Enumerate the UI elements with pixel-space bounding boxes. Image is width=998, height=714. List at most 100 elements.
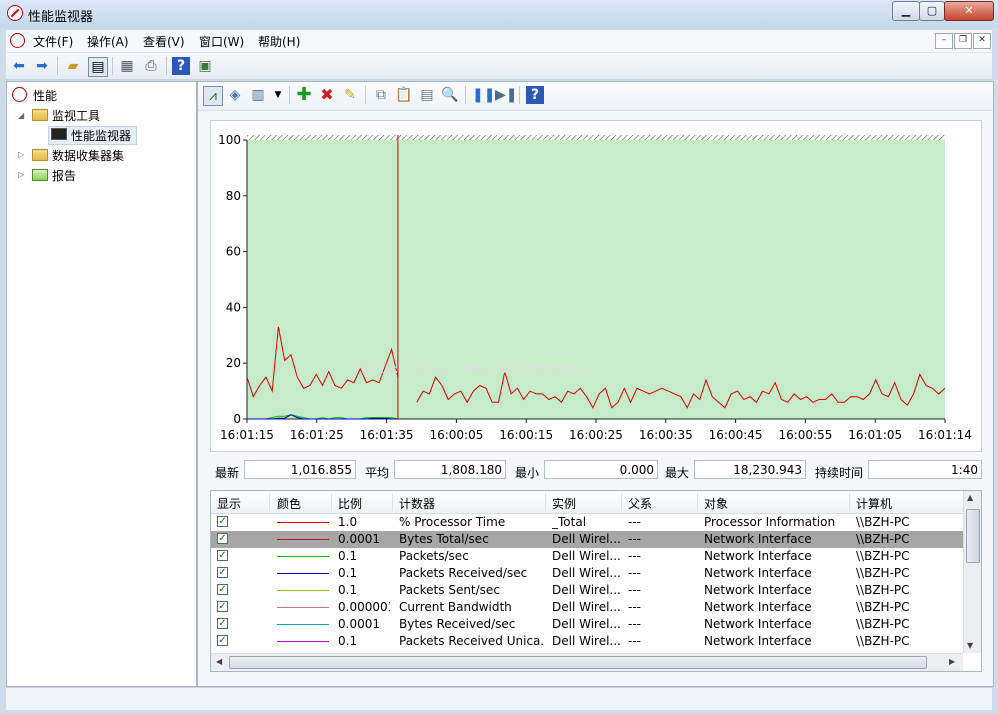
show-checkbox[interactable]: ✓ xyxy=(217,550,228,561)
cell-parent: --- xyxy=(628,634,641,648)
column-header-scale[interactable]: 比例 xyxy=(338,495,362,512)
column-header-object[interactable]: 对象 xyxy=(704,495,728,512)
cell-scale: 0.0001 xyxy=(338,532,380,546)
view-current-activity-icon[interactable]: ◈ xyxy=(226,86,244,104)
menu-action[interactable]: 操作(A) xyxy=(87,33,129,50)
show-checkbox[interactable]: ✓ xyxy=(217,567,228,578)
view-graph-icon[interactable]: ⩘ xyxy=(203,86,223,106)
column-separator[interactable] xyxy=(545,493,546,511)
column-separator[interactable] xyxy=(331,493,332,511)
paste-counter-list-icon[interactable]: 📋 xyxy=(395,86,413,104)
menu-help[interactable]: 帮助(H) xyxy=(258,33,300,50)
cell-computer: \\BZH-PC xyxy=(856,583,910,597)
show-checkbox[interactable]: ✓ xyxy=(217,533,228,544)
show-checkbox[interactable]: ✓ xyxy=(217,618,228,629)
legend-row[interactable]: ✓ 0.0001 Bytes Received/sec Dell Wirel... --… xyxy=(211,616,963,633)
column-separator[interactable] xyxy=(392,493,393,511)
change-graph-type-icon[interactable]: ▥ xyxy=(249,86,267,104)
horizontal-scroll-thumb[interactable] xyxy=(229,656,927,669)
column-separator[interactable] xyxy=(849,493,850,511)
legend-row[interactable]: ✓ 0.1 Packets Received/sec Dell Wirel... ---… xyxy=(211,565,963,582)
collapse-arrow-icon[interactable]: ◢ xyxy=(18,111,24,120)
tree-item-perf-monitor[interactable]: 性能监视器 xyxy=(71,127,131,144)
menu-window[interactable]: 窗口(W) xyxy=(199,33,244,50)
watermark-text: http://blog.csdn.net/bzhxuexi xyxy=(361,362,588,377)
legend-row[interactable]: ✓ 1.0 % Processor Time _Total --- Processor I… xyxy=(211,514,963,531)
mdi-minimize-button[interactable]: – xyxy=(935,33,953,49)
column-separator[interactable] xyxy=(269,493,270,511)
minimize-button[interactable]: ▁ xyxy=(892,1,920,21)
legend-row[interactable]: ✓ 0.1 Packets Received Unica... Dell Wirel.… xyxy=(211,633,963,650)
zoom-icon[interactable]: 🔍 xyxy=(441,86,459,104)
close-button[interactable]: ✕ xyxy=(944,1,994,21)
up-folder-icon[interactable]: ▰ xyxy=(64,57,82,75)
legend-row[interactable]: ✓ 0.0001 Bytes Total/sec Dell Wirel... --- Ne… xyxy=(211,531,963,548)
properties-icon[interactable]: ▤ xyxy=(418,86,436,104)
delete-counter-icon[interactable]: ✖ xyxy=(318,86,336,104)
column-header-color[interactable]: 颜色 xyxy=(277,495,301,512)
expand-arrow-icon[interactable]: ▷ xyxy=(18,150,24,159)
legend-row[interactable]: ✓ 0.1 Packets Sent/sec Dell Wirel... --- Netw… xyxy=(211,582,963,599)
cell-instance: Dell Wirel... xyxy=(552,617,620,631)
menu-view[interactable]: 查看(V) xyxy=(143,33,185,50)
y-tick-label: 100 xyxy=(218,133,241,147)
show-hide-action-pane-icon[interactable]: ▣ xyxy=(196,57,214,75)
tree-item-performance[interactable]: 性能 xyxy=(33,87,57,104)
forward-icon[interactable]: ➡ xyxy=(33,57,51,75)
column-header-computer[interactable]: 计算机 xyxy=(856,495,892,512)
show-checkbox[interactable]: ✓ xyxy=(217,516,228,527)
tree-item-monitoring-tools[interactable]: 监视工具 xyxy=(52,107,100,124)
update-data-icon[interactable]: ▶❚ xyxy=(495,86,518,104)
column-separator[interactable] xyxy=(697,493,698,511)
scroll-left-arrow-icon[interactable]: ◀ xyxy=(216,657,222,666)
status-bar xyxy=(6,687,992,710)
add-counter-icon[interactable]: ✚ xyxy=(295,86,313,104)
show-checkbox[interactable]: ✓ xyxy=(217,635,228,646)
print-icon[interactable]: ⎙ xyxy=(142,57,160,75)
toolbar-separator xyxy=(112,57,113,75)
back-icon[interactable]: ⬅ xyxy=(10,57,28,75)
cell-object: Processor Information xyxy=(704,515,836,529)
show-checkbox[interactable]: ✓ xyxy=(217,584,228,595)
mdi-restore-button[interactable]: ❐ xyxy=(954,33,972,49)
cell-instance: Dell Wirel... xyxy=(552,566,620,580)
highlight-icon[interactable]: ✎ xyxy=(341,86,359,104)
vertical-scrollbar[interactable]: ▲ ▼ xyxy=(963,491,981,653)
system-menu-icon[interactable] xyxy=(10,33,25,48)
help-icon[interactable]: ? xyxy=(172,57,190,75)
color-swatch xyxy=(277,522,329,523)
menu-file[interactable]: 文件(F) xyxy=(33,33,73,50)
maximize-button[interactable]: ▢ xyxy=(919,1,945,21)
performance-chart[interactable]: 100 80 60 40 20 0 16:01:15 16:01:25 16:01:35 16:0… xyxy=(210,120,982,452)
copy-properties-icon[interactable]: ⧉ xyxy=(372,86,390,104)
scroll-right-arrow-icon[interactable]: ▶ xyxy=(949,657,955,666)
scroll-down-arrow-icon[interactable]: ▼ xyxy=(967,641,973,650)
help-icon[interactable]: ? xyxy=(526,86,544,104)
tree-item-reports[interactable]: 报告 xyxy=(52,167,76,184)
stat-latest-label: 最新 xyxy=(215,466,240,480)
column-header-counter[interactable]: 计数器 xyxy=(399,495,435,512)
legend-row[interactable]: ✓ 0.1 Packets/sec Dell Wirel... --- Network I… xyxy=(211,548,963,565)
column-header-instance[interactable]: 实例 xyxy=(552,495,576,512)
show-hide-tree-icon[interactable]: ▤ xyxy=(88,57,108,77)
show-checkbox[interactable]: ✓ xyxy=(217,601,228,612)
scroll-up-arrow-icon[interactable]: ▲ xyxy=(967,493,973,502)
mdi-close-button[interactable]: ✕ xyxy=(973,33,991,49)
cell-counter: Bytes Received/sec xyxy=(399,617,516,631)
legend-row[interactable]: ✓ 0.000001 Current Bandwidth Dell Wirel... -… xyxy=(211,599,963,616)
tree-item-data-collector-sets[interactable]: 数据收集器集 xyxy=(52,147,124,164)
expand-arrow-icon[interactable]: ▷ xyxy=(18,170,24,179)
freeze-display-icon[interactable]: ❚❚ xyxy=(472,86,495,104)
export-list-icon[interactable]: ▦ xyxy=(118,57,136,75)
stat-duration-value: 1:40 xyxy=(868,460,982,479)
graph-type-dropdown-arrow-icon[interactable]: ▼ xyxy=(269,86,287,104)
counter-legend-table: 显示 颜色 比例 计数器 实例 父系 对象 计算机 ✓ 1.0 % Processo… xyxy=(210,490,982,672)
toolbar-separator xyxy=(519,86,520,104)
column-header-parent[interactable]: 父系 xyxy=(628,495,652,512)
horizontal-scrollbar[interactable]: ◀ ▶ xyxy=(211,653,963,671)
cell-parent: --- xyxy=(628,549,641,563)
column-header-show[interactable]: 显示 xyxy=(217,495,241,512)
column-separator[interactable] xyxy=(621,493,622,511)
vertical-scroll-thumb[interactable] xyxy=(966,509,980,563)
cell-scale: 0.1 xyxy=(338,583,358,597)
